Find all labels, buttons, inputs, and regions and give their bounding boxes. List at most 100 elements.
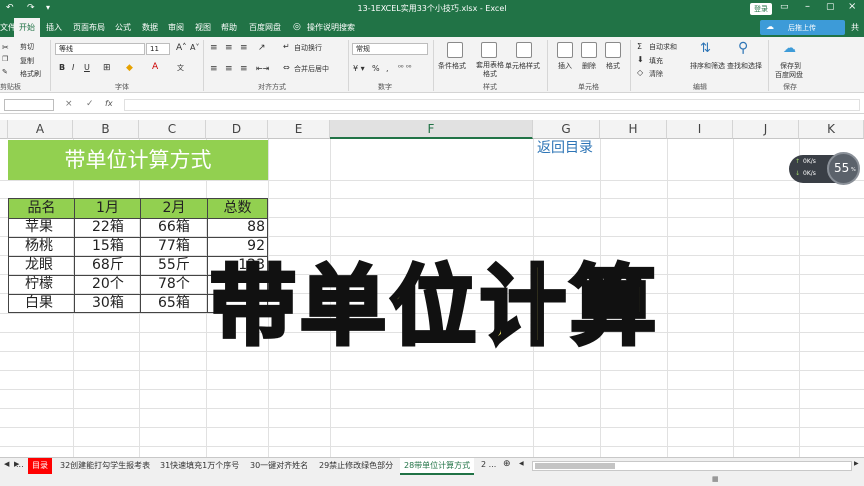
tab-baidu[interactable]: 百度网盘 — [249, 22, 281, 33]
align-bottom-icon[interactable]: ≡ — [240, 43, 248, 53]
format-painter-button[interactable]: 格式刷 — [20, 69, 41, 79]
clear-button[interactable]: 清除 — [649, 69, 663, 79]
tell-me-search[interactable]: 操作说明搜索 — [307, 22, 355, 33]
tab-insert[interactable]: 插入 — [46, 22, 62, 33]
scroll-right-icon[interactable]: ▶ — [854, 460, 859, 467]
insert-function-button[interactable]: fx — [105, 99, 113, 108]
font-size-select[interactable]: 11 — [146, 43, 170, 55]
tab-home[interactable]: 开始 — [14, 18, 40, 37]
tab-page-layout[interactable]: 页面布局 — [73, 22, 105, 33]
shrink-font-icon[interactable]: A˅ — [190, 43, 199, 52]
cell-product[interactable]: 杨桃 — [25, 237, 53, 256]
delete-cells-button[interactable]: 删除 — [582, 61, 596, 71]
col-header-c[interactable]: C — [139, 120, 206, 139]
sheet-tab-30[interactable]: 30一键对齐姓名 — [250, 460, 308, 471]
fill-color-icon[interactable]: ◆ — [126, 63, 133, 73]
sheet-tab-contents[interactable]: 目录 — [28, 458, 52, 474]
sheet-tab-29[interactable]: 29禁止修改绿色部分 — [319, 460, 393, 471]
cell-product[interactable]: 龙眼 — [25, 256, 53, 275]
save-baidu-label[interactable]: 百度网盘 — [775, 70, 803, 80]
cell-jan[interactable]: 30箱 — [92, 294, 124, 313]
cut-button[interactable]: 剪切 — [20, 42, 34, 52]
horizontal-scrollbar[interactable] — [532, 461, 852, 471]
align-middle-icon[interactable]: ≡ — [225, 43, 233, 53]
cell-styles-button[interactable]: 单元格样式 — [505, 61, 540, 71]
decimal-icon[interactable]: ⁰⁰ ⁰⁰ — [398, 64, 411, 72]
align-right-icon[interactable]: ≡ — [240, 64, 248, 74]
copy-button[interactable]: 复制 — [20, 56, 34, 66]
sheet-tab-more-right[interactable]: 2 ... — [481, 460, 496, 469]
conditional-format-button[interactable]: 条件格式 — [438, 61, 466, 71]
scrollbar-thumb[interactable] — [535, 463, 615, 469]
close-icon[interactable]: × — [848, 1, 856, 12]
font-name-select[interactable]: 等线 — [55, 43, 145, 55]
cell-feb[interactable]: 66箱 — [158, 218, 190, 237]
ribbon-options-icon[interactable]: ▭ — [780, 2, 789, 12]
font-color-icon[interactable]: A — [152, 62, 158, 72]
tab-help[interactable]: 帮助 — [221, 22, 237, 33]
col-header-h[interactable]: H — [600, 120, 667, 139]
indent-icon[interactable]: ⇤⇥ — [256, 64, 269, 73]
minimize-icon[interactable]: – — [805, 1, 810, 12]
align-top-icon[interactable]: ≡ — [210, 43, 218, 53]
name-box[interactable] — [4, 99, 54, 111]
share-label[interactable]: 共 — [851, 22, 859, 33]
network-speed-widget[interactable]: ↑ 0K/s ↓ 0K/s 55 % — [789, 152, 860, 185]
col-header-b[interactable]: B — [73, 120, 139, 139]
sheet-tab-32[interactable]: 32创建能打勾学生报考表 — [60, 460, 150, 471]
col-header-e[interactable]: E — [268, 120, 330, 139]
header-product[interactable]: 品名 — [9, 199, 74, 218]
tab-view[interactable]: 视图 — [195, 22, 211, 33]
cell-jan[interactable]: 20个 — [92, 275, 124, 294]
merge-center-button[interactable]: 合并后居中 — [294, 64, 329, 74]
formula-input[interactable] — [124, 99, 860, 111]
align-left-icon[interactable]: ≡ — [210, 64, 218, 74]
maximize-icon[interactable]: ▢ — [826, 2, 835, 12]
phonetic-button[interactable]: 文 — [177, 63, 184, 73]
col-header-j[interactable]: J — [733, 120, 799, 139]
sheet-tab-31[interactable]: 31快速填充1万个序号 — [160, 460, 239, 471]
col-header-f[interactable]: F — [330, 120, 533, 139]
sheet-tab-28-active[interactable]: 28带单位计算方式 — [400, 458, 475, 475]
cancel-formula-button[interactable]: × — [65, 99, 73, 109]
col-header-a[interactable]: A — [8, 120, 73, 139]
percent-icon[interactable]: % — [372, 64, 380, 73]
autosum-button[interactable]: 自动求和 — [649, 42, 677, 52]
cell-jan[interactable]: 68斤 — [92, 256, 124, 275]
cell-product[interactable]: 柠檬 — [25, 275, 53, 294]
bold-button[interactable]: B — [59, 63, 65, 72]
col-header-k[interactable]: K — [799, 120, 864, 139]
cell-product[interactable]: 苹果 — [25, 218, 53, 237]
login-button[interactable]: 登录 — [750, 3, 772, 15]
currency-icon[interactable]: ¥ ▾ — [353, 64, 365, 73]
fill-button[interactable]: 填充 — [649, 56, 663, 66]
italic-button[interactable]: I — [72, 63, 74, 72]
sheet-title-cell[interactable]: 带单位计算方式 — [8, 140, 268, 180]
header-total[interactable]: 总数 — [208, 199, 267, 218]
cell-jan[interactable]: 15箱 — [92, 237, 124, 256]
align-center-icon[interactable]: ≡ — [225, 64, 233, 74]
underline-button[interactable]: U — [84, 63, 90, 72]
back-to-contents-link[interactable]: 返回目录 — [537, 139, 593, 158]
grow-font-icon[interactable]: A˄ — [176, 43, 187, 53]
tab-formulas[interactable]: 公式 — [115, 22, 131, 33]
sort-filter-button[interactable]: 排序和筛选 — [690, 61, 725, 71]
prev-sheet-icon[interactable]: ◀ — [4, 460, 9, 468]
select-all-corner[interactable] — [0, 120, 8, 139]
wrap-text-button[interactable]: 自动换行 — [294, 43, 322, 53]
cell-product[interactable]: 白果 — [25, 294, 53, 313]
upload-button[interactable]: ☁ 后拖上传 — [760, 20, 845, 35]
tab-review[interactable]: 审阅 — [168, 22, 184, 33]
col-header-d[interactable]: D — [206, 120, 268, 139]
col-header-i[interactable]: I — [667, 120, 733, 139]
table-format-button[interactable]: 套用表格格式 — [473, 61, 507, 79]
format-cells-button[interactable]: 格式 — [606, 61, 620, 71]
cell-total[interactable]: 88 — [208, 218, 265, 237]
insert-cells-button[interactable]: 插入 — [558, 61, 572, 71]
header-jan[interactable]: 1月 — [75, 199, 140, 218]
comma-icon[interactable]: , — [386, 64, 389, 73]
number-format-select[interactable]: 常规 — [352, 43, 428, 55]
tab-data[interactable]: 数据 — [142, 22, 158, 33]
cell-jan[interactable]: 22箱 — [92, 218, 124, 237]
scroll-left-icon[interactable]: ◀ — [519, 460, 524, 467]
